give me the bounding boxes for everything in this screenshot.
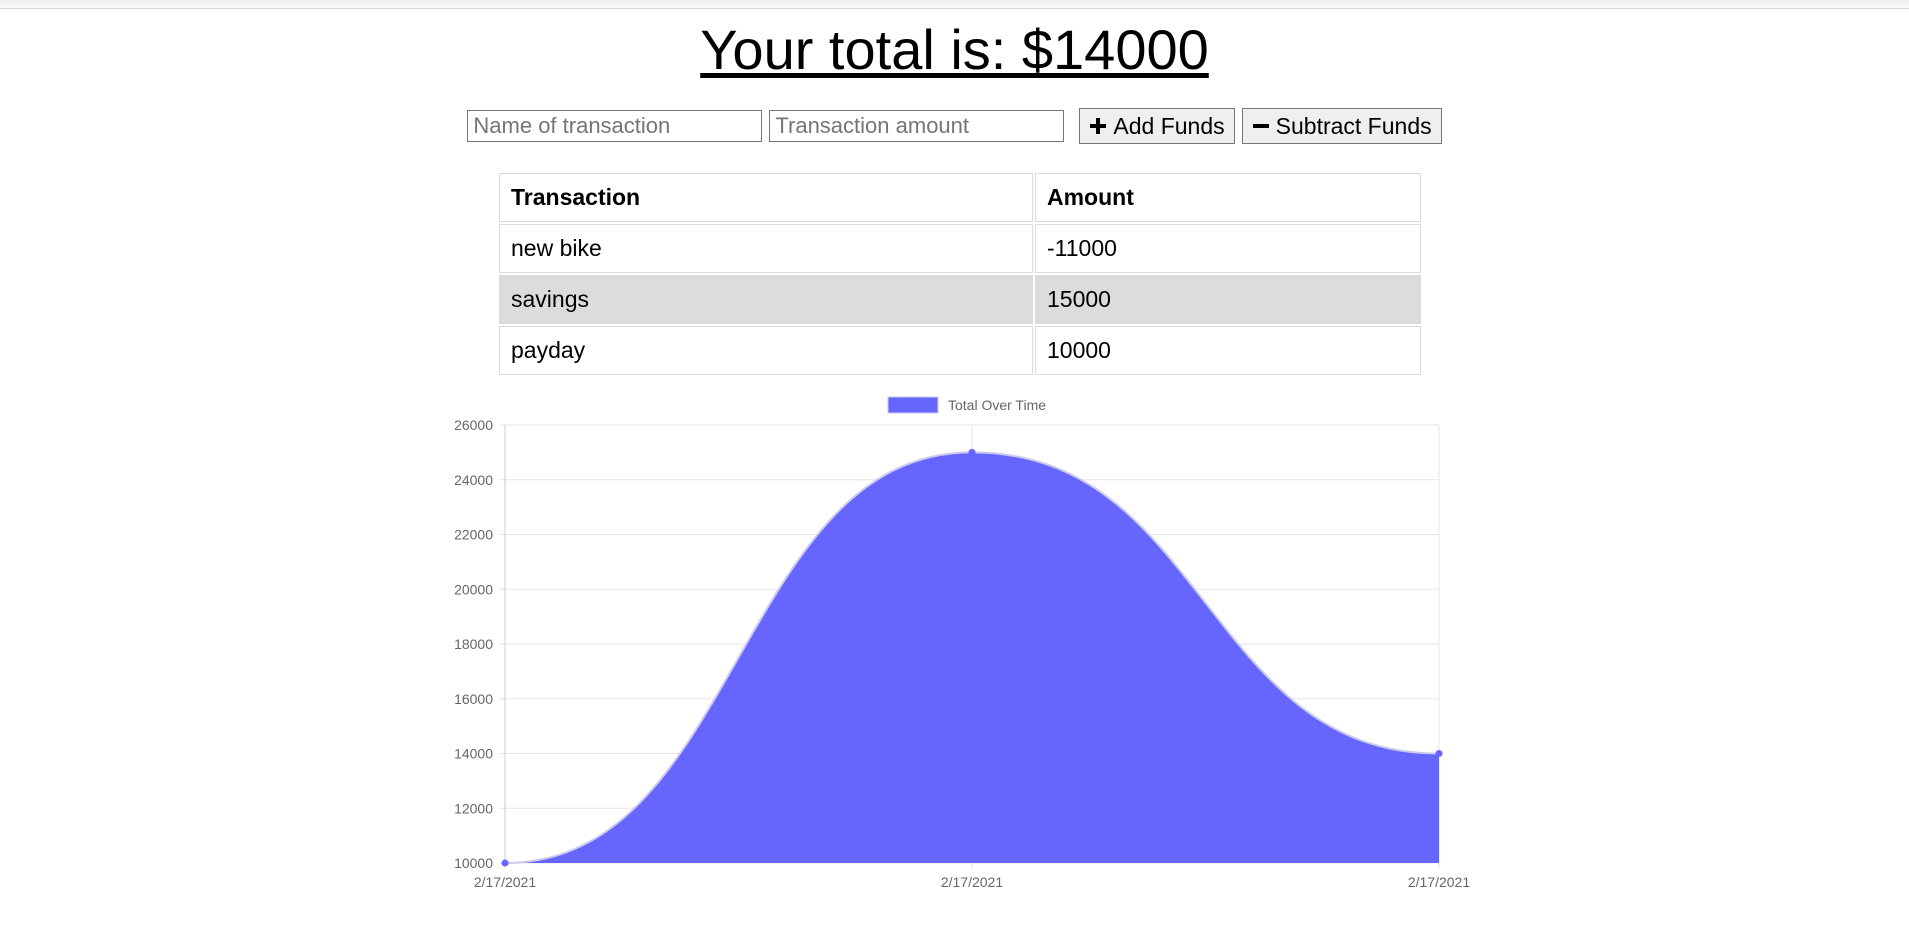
data-point [1435,750,1443,757]
column-header-transaction: Transaction [499,173,1033,222]
add-funds-button[interactable]: Add Funds [1079,108,1235,144]
transaction-name-cell: new bike [499,224,1033,273]
transaction-amount-cell: 15000 [1035,275,1421,324]
transaction-amount-cell: 10000 [1035,326,1421,375]
subtract-funds-button[interactable]: Subtract Funds [1241,108,1442,144]
subtract-funds-label: Subtract Funds [1275,112,1432,139]
transaction-name-cell: savings [499,275,1033,324]
y-tick-label: 26000 [454,417,493,433]
table-header-row: Transaction Amount [499,173,1421,222]
transactions-table: Transaction Amount new bike -11000 savin… [497,171,1423,377]
total-over-time-chart: 10000 12000 14000 16000 18000 20000 22000 24000… [454,396,1470,890]
y-tick-label: 24000 [454,472,493,488]
area-fill [505,452,1439,863]
total-heading: Your total is: $14000 [700,18,1209,81]
data-point [968,448,976,456]
form-spacer [1071,110,1072,144]
table-row: savings 15000 [499,275,1421,324]
y-tick-label: 20000 [454,581,493,597]
browser-top-rule [0,0,1909,9]
x-tick-label: 2/17/2021 [474,874,536,890]
add-funds-label: Add Funds [1113,112,1225,139]
transaction-amount-cell: -11000 [1035,224,1421,273]
legend-swatch [887,396,939,414]
y-tick-label: 10000 [454,855,493,871]
transaction-name-cell: payday [499,326,1033,375]
y-tick-label: 12000 [454,800,493,816]
transaction-name-input[interactable] [467,110,763,142]
y-tick-label: 22000 [454,527,493,543]
page-title: Your total is: $14000 [0,14,1909,86]
transaction-form: Add Funds Subtract Funds [0,108,1909,144]
data-point [501,859,509,867]
column-header-amount: Amount [1035,173,1421,222]
y-tick-label: 14000 [454,746,493,762]
table-row: new bike -11000 [499,224,1421,273]
x-tick-label: 2/17/2021 [941,874,1003,890]
table-row: payday 10000 [499,326,1421,375]
y-tick-label: 18000 [454,636,493,652]
x-tick-label: 2/17/2021 [1408,874,1470,890]
legend-label: Total Over Time [948,397,1046,413]
y-tick-label: 16000 [454,691,493,707]
minus-icon [1252,124,1269,128]
transaction-amount-input[interactable] [769,110,1065,142]
plus-icon [1090,118,1107,134]
